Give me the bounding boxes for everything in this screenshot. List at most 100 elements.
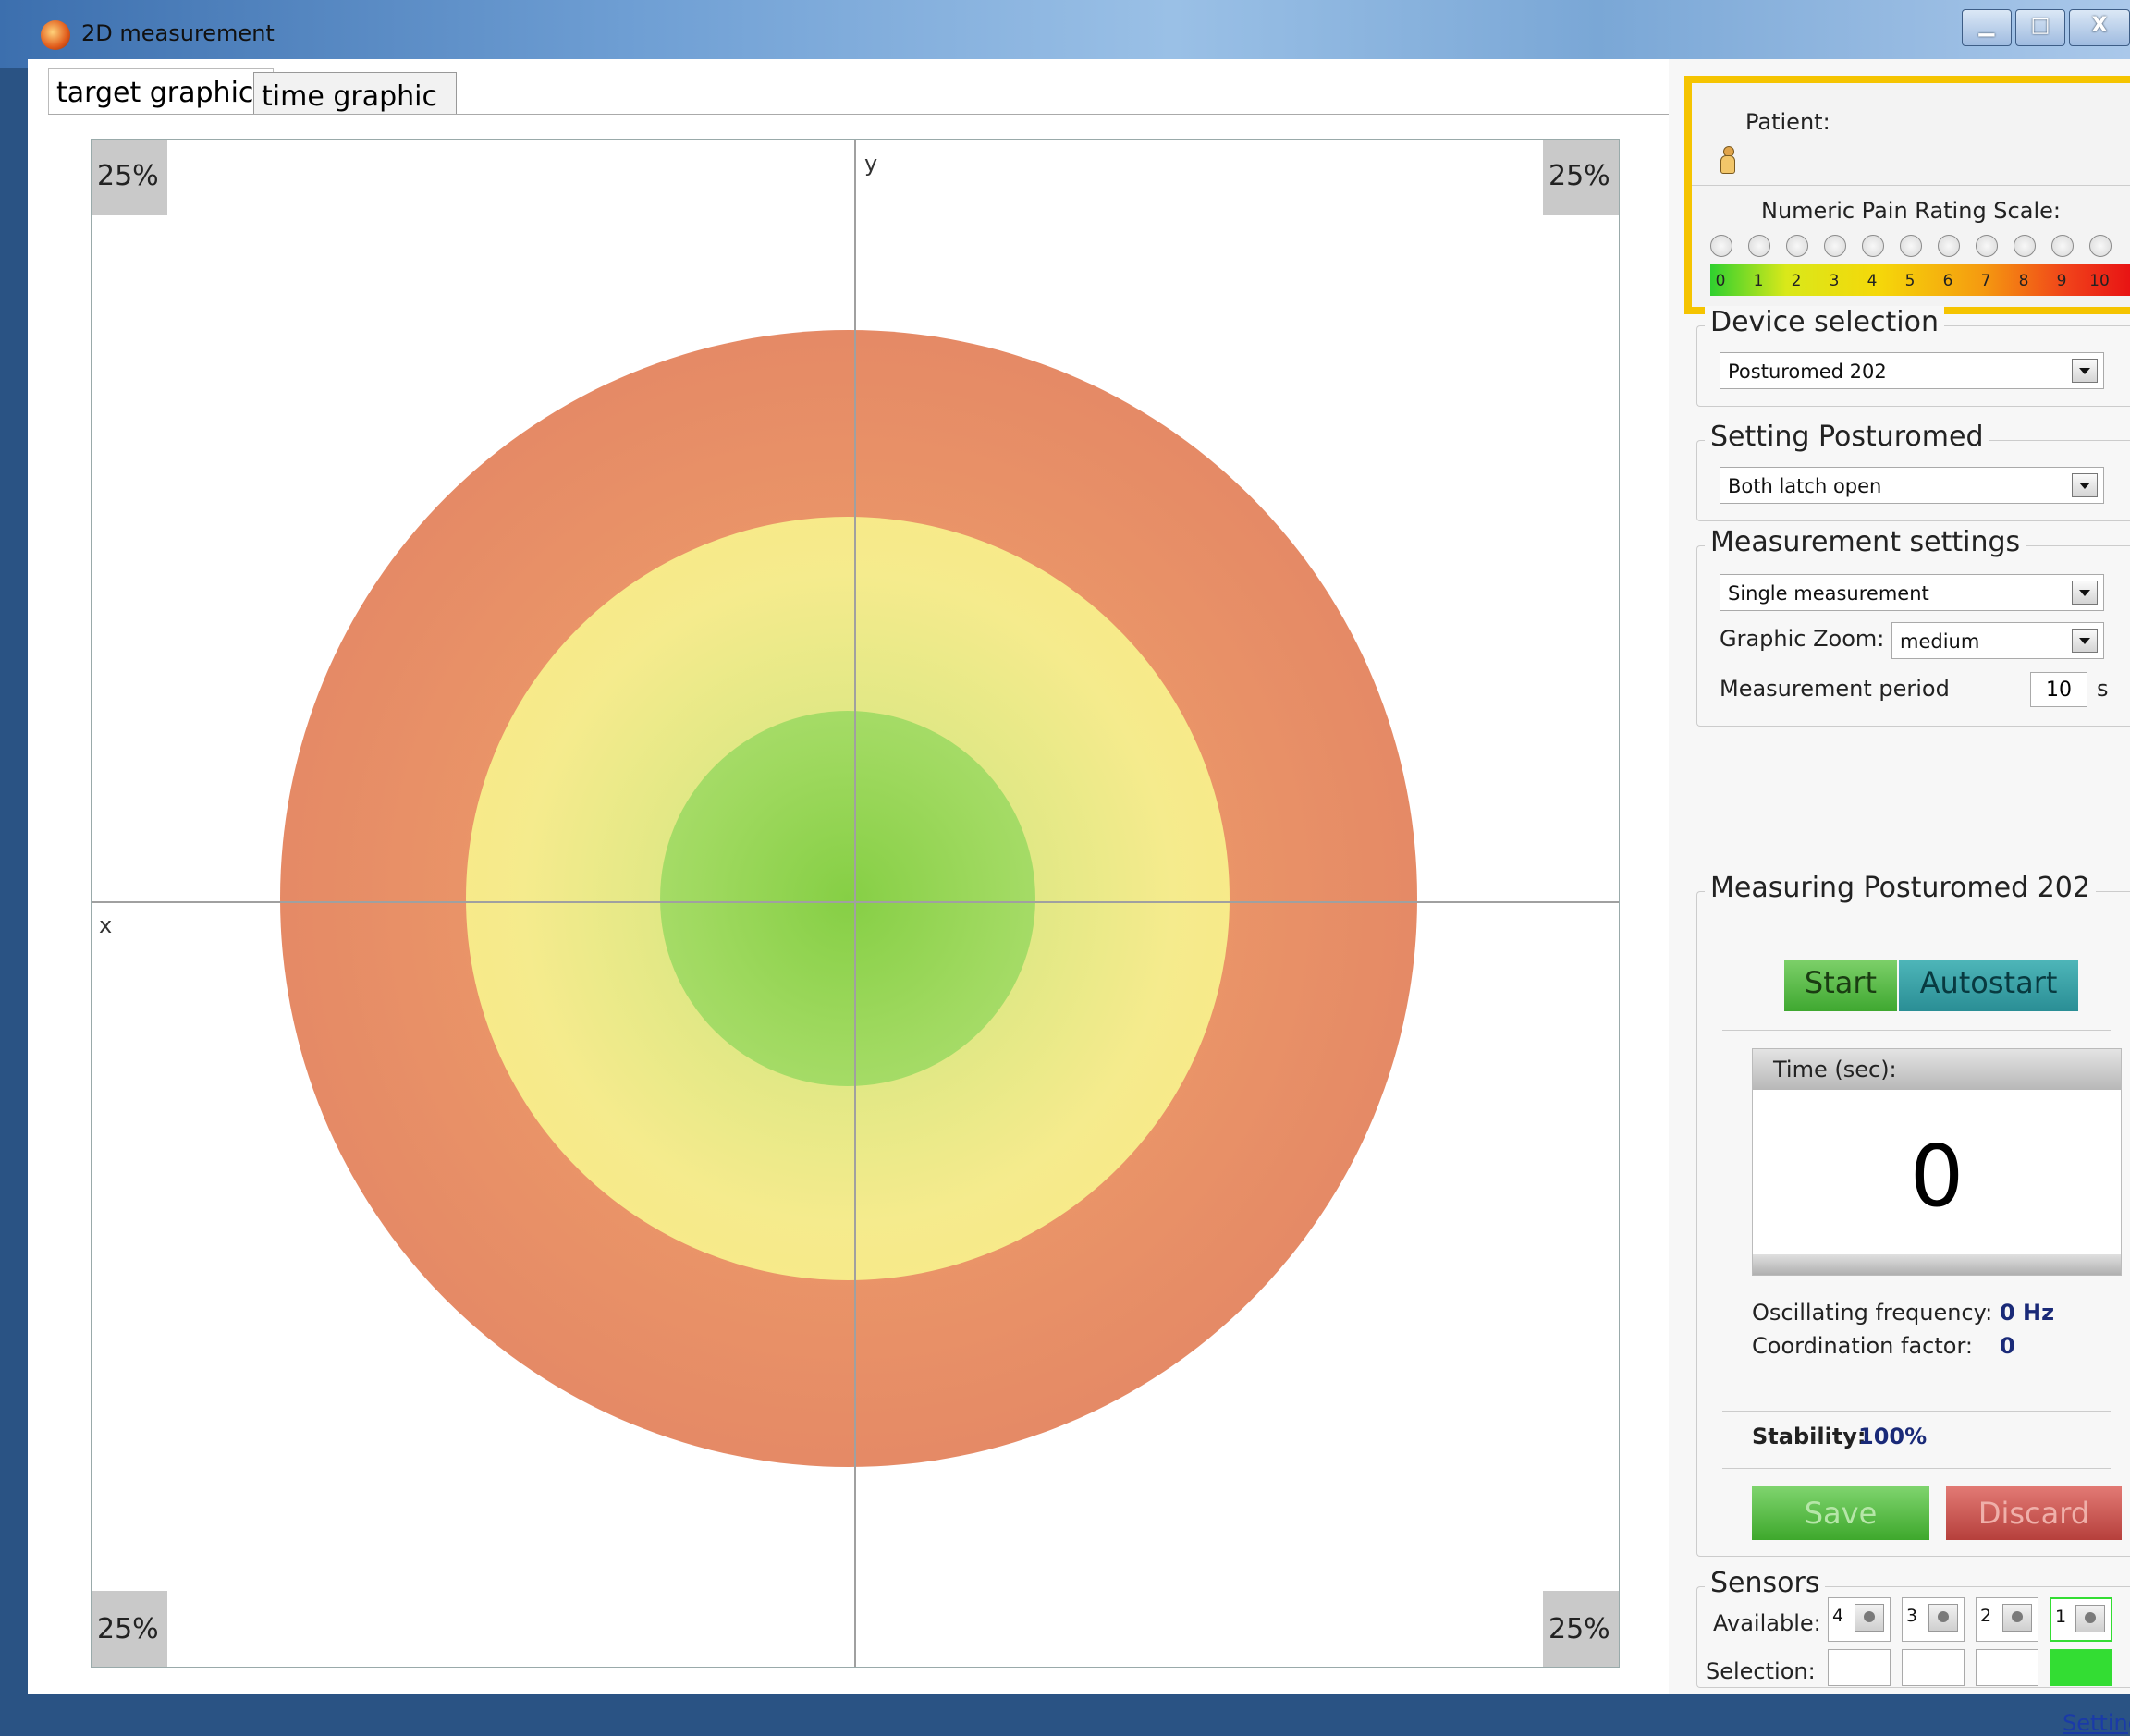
sensor-2-selection[interactable] bbox=[1976, 1649, 2038, 1686]
sensor-4[interactable]: 4 bbox=[1828, 1597, 1891, 1642]
pain-radio-10[interactable] bbox=[2089, 235, 2112, 257]
pain-scale-title: Numeric Pain Rating Scale: bbox=[1761, 198, 2061, 224]
sensors-title: Sensors bbox=[1705, 1567, 1826, 1599]
close-icon: X bbox=[2091, 14, 2108, 37]
corner-bottom-right: 25% bbox=[1543, 1591, 1619, 1667]
measurement-period-label: Measurement period bbox=[1720, 676, 1950, 702]
measurement-settings-group: Measurement settings Single measurement … bbox=[1696, 526, 2130, 727]
sensor-2-number: 2 bbox=[1980, 1606, 1992, 1626]
separator bbox=[1722, 1411, 2111, 1412]
measurement-period-unit: s bbox=[2097, 676, 2109, 702]
sensor-3[interactable]: 3 bbox=[1902, 1597, 1965, 1642]
pain-radio-7[interactable] bbox=[1976, 235, 1998, 257]
y-axis-line bbox=[854, 140, 856, 1667]
person-icon[interactable] bbox=[1720, 146, 1736, 174]
time-display: Time (sec): 0 bbox=[1752, 1048, 2122, 1276]
coordination-factor-value: 0 bbox=[2000, 1333, 2015, 1359]
target-plot: y x 25% 25% 25% 25% bbox=[91, 139, 1620, 1668]
pain-radio-3[interactable] bbox=[1824, 235, 1846, 257]
measurement-period-input[interactable]: 10 bbox=[2030, 672, 2087, 707]
chevron-down-icon[interactable] bbox=[2072, 581, 2098, 605]
x-axis-line bbox=[92, 901, 1619, 903]
stability-label: Stability: bbox=[1752, 1424, 1867, 1449]
separator bbox=[1722, 1030, 2111, 1031]
chevron-down-icon[interactable] bbox=[2072, 629, 2098, 653]
oscillating-frequency-value: 0 Hz bbox=[2000, 1300, 2055, 1326]
pain-radio-6[interactable] bbox=[1938, 235, 1960, 257]
oscillating-frequency-label: Oscillating frequency: bbox=[1752, 1300, 1993, 1326]
close-button[interactable]: X bbox=[2069, 9, 2130, 46]
pain-color-bar: 0 1 2 3 4 5 6 7 8 9 10 bbox=[1710, 264, 2130, 296]
setting-select[interactable]: Both latch open bbox=[1720, 467, 2104, 504]
pain-scale-panel: Patient: Numeric Pain Rating Scale: 0 1 bbox=[1684, 76, 2130, 314]
device-select[interactable]: Posturomed 202 bbox=[1720, 352, 2104, 389]
device-select-value: Posturomed 202 bbox=[1728, 361, 1887, 383]
measuring-title: Measuring Posturomed 202 bbox=[1705, 872, 2096, 904]
device-selection-group: Device selection Posturomed 202 bbox=[1696, 306, 2130, 407]
graphic-pane: target graphic time graphic y x 25% 25% … bbox=[28, 59, 1669, 1694]
title-bar: 2D measurement ▁ □ X bbox=[0, 0, 2130, 68]
pain-num-9: 9 bbox=[2056, 272, 2067, 290]
available-label: Available: bbox=[1713, 1610, 1821, 1636]
app-icon bbox=[41, 20, 70, 50]
pain-num-1: 1 bbox=[1753, 272, 1764, 290]
device-selection-title: Device selection bbox=[1705, 306, 1944, 338]
stability-value: 100% bbox=[1858, 1424, 1928, 1449]
tab-divider bbox=[48, 114, 1669, 115]
autostart-button[interactable]: Autostart bbox=[1899, 960, 2078, 1011]
time-header: Time (sec): bbox=[1753, 1049, 2121, 1090]
window-title: 2D measurement bbox=[81, 20, 275, 46]
pain-radio-2[interactable] bbox=[1786, 235, 1808, 257]
graphic-zoom-value: medium bbox=[1900, 630, 1980, 653]
setting-select-value: Both latch open bbox=[1728, 475, 1882, 497]
separator bbox=[1722, 1468, 2111, 1469]
sensor-icon bbox=[2075, 1605, 2105, 1632]
setting-group: Setting Posturomed Both latch open bbox=[1696, 421, 2130, 521]
start-button[interactable]: Start bbox=[1784, 960, 1897, 1011]
pain-num-2: 2 bbox=[1791, 272, 1802, 290]
selection-label: Selection: bbox=[1706, 1658, 1816, 1684]
maximize-icon: □ bbox=[2030, 14, 2050, 37]
pain-radio-row bbox=[1710, 235, 2130, 259]
time-value: 0 bbox=[1909, 1127, 1965, 1226]
corner-top-right: 25% bbox=[1543, 140, 1619, 215]
sensor-2[interactable]: 2 bbox=[1976, 1597, 2038, 1642]
tab-target-graphic[interactable]: target graphic bbox=[48, 68, 274, 115]
coordination-factor-label: Coordination factor: bbox=[1752, 1333, 1973, 1359]
chevron-down-icon[interactable] bbox=[2072, 359, 2098, 383]
sensor-icon bbox=[2002, 1604, 2032, 1632]
sensor-1-selection[interactable] bbox=[2050, 1649, 2112, 1686]
maximize-button[interactable]: □ bbox=[2015, 9, 2065, 46]
graphic-zoom-select[interactable]: medium bbox=[1891, 622, 2104, 659]
sensor-1[interactable]: 1 bbox=[2050, 1597, 2112, 1642]
minimize-button[interactable]: ▁ bbox=[1962, 9, 2012, 46]
pain-radio-1[interactable] bbox=[1748, 235, 1770, 257]
pain-radio-4[interactable] bbox=[1862, 235, 1884, 257]
save-button[interactable]: Save bbox=[1752, 1486, 1929, 1540]
main-window: target graphic time graphic y x 25% 25% … bbox=[28, 59, 2130, 1736]
sensor-icon bbox=[1928, 1604, 1958, 1632]
corner-bottom-left: 25% bbox=[92, 1591, 167, 1667]
pain-num-0: 0 bbox=[1715, 272, 1726, 290]
sensor-icon bbox=[1855, 1604, 1884, 1632]
pain-num-7: 7 bbox=[1980, 272, 1991, 290]
pain-num-5: 5 bbox=[1904, 272, 1916, 290]
time-footer bbox=[1753, 1254, 2121, 1275]
measurement-mode-select[interactable]: Single measurement bbox=[1720, 574, 2104, 611]
inner-ring bbox=[660, 711, 1035, 1086]
setting-title: Setting Posturomed bbox=[1705, 421, 1989, 453]
pain-radio-8[interactable] bbox=[2014, 235, 2036, 257]
chevron-down-icon[interactable] bbox=[2072, 473, 2098, 497]
sensor-4-selection[interactable] bbox=[1828, 1649, 1891, 1686]
tab-time-graphic[interactable]: time graphic bbox=[253, 72, 457, 115]
x-axis-label: x bbox=[99, 912, 113, 938]
pain-num-8: 8 bbox=[2018, 272, 2029, 290]
pain-num-10: 10 bbox=[2089, 272, 2110, 290]
sensor-3-selection[interactable] bbox=[1902, 1649, 1965, 1686]
pain-radio-0[interactable] bbox=[1710, 235, 1732, 257]
patient-label: Patient: bbox=[1745, 109, 1830, 135]
discard-button[interactable]: Discard bbox=[1946, 1486, 2122, 1540]
pain-radio-5[interactable] bbox=[1900, 235, 1922, 257]
pain-radio-9[interactable] bbox=[2051, 235, 2074, 257]
settings-link[interactable]: Settings bbox=[2063, 1710, 2130, 1736]
